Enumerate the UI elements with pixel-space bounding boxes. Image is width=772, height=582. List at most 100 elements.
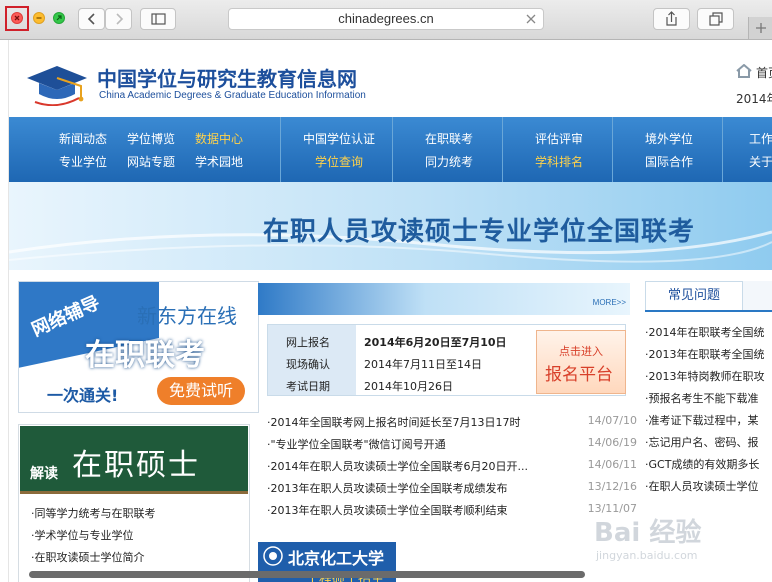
browser-toolbar: chinadegrees.cn xyxy=(0,0,772,40)
ad-xdf-online[interactable]: 网络辅导 新东方在线 在职联考 一次通关! 免费试听 xyxy=(18,281,259,413)
ad-title: 在职联考 xyxy=(85,338,205,373)
nav-about[interactable]: 关于 xyxy=(749,153,772,170)
home-link[interactable]: 首页 xyxy=(756,64,772,81)
horizontal-scrollbar[interactable] xyxy=(29,571,585,578)
nav-separator xyxy=(392,117,393,182)
chevron-right-icon xyxy=(116,13,124,25)
news-title[interactable]: ·2014年全国联考网上报名时间延长至7月13日17时 xyxy=(267,414,567,430)
web-page: 中国学位与研究生教育信息网 China Academic Degrees & G… xyxy=(9,40,772,582)
nav-professional-degree[interactable]: 专业学位 xyxy=(59,153,107,170)
close-window-button[interactable] xyxy=(11,12,23,24)
banner-text: 在职人员攻读硕士专业学位全国联考 xyxy=(263,217,696,247)
share-button[interactable] xyxy=(653,8,690,30)
schedule-label-confirmation: 现场确认 xyxy=(286,358,330,371)
nav-academic-garden[interactable]: 学术园地 xyxy=(195,153,243,170)
window-left-edge xyxy=(0,40,9,582)
faq-tab-bar: 常见问题 xyxy=(645,281,772,312)
address-bar[interactable]: chinadegrees.cn xyxy=(228,8,544,30)
site-logo-icon xyxy=(27,66,87,106)
chevron-left-icon xyxy=(87,13,95,25)
schedule-value-confirmation: 2014年7月11日至14日 xyxy=(364,358,482,371)
plus-icon xyxy=(756,23,766,33)
sidebar-icon xyxy=(151,13,166,25)
zoom-window-button[interactable] xyxy=(53,12,65,24)
schedule-value-registration: 2014年6月20日至7月10日 xyxy=(364,336,507,349)
minimize-icon xyxy=(36,17,42,19)
home-icon[interactable] xyxy=(736,64,752,78)
nav-separator xyxy=(612,117,613,182)
nav-news[interactable]: 新闻动态 xyxy=(59,130,107,147)
chalkboard-label: 解读 xyxy=(30,466,58,482)
faq-item[interactable]: ·GCT成绩的有效期多长 xyxy=(645,456,759,472)
chalkboard-title: 在职硕士 xyxy=(72,448,200,483)
faq-item[interactable]: ·在职人员攻读硕士学位 xyxy=(645,478,759,494)
watermark-url: jingyan.baidu.com xyxy=(596,549,698,562)
schedule-value-exam: 2014年10月26日 xyxy=(364,380,453,393)
faq-item[interactable]: ·2014年在职联考全国统 xyxy=(645,324,765,340)
faq-panel: 常见问题 ·2014年在职联考全国统 ·2013年在职联考全国统 ·2013年特… xyxy=(645,281,772,511)
news-title[interactable]: ·2013年在职人员攻读硕士学位全国联考顺利结束 xyxy=(267,502,567,518)
watermark: Bai 经验 jingyan.baidu.com xyxy=(594,512,701,562)
nav-international[interactable]: 国际合作 xyxy=(645,153,693,170)
nav-degree-expo[interactable]: 学位博览 xyxy=(127,130,175,147)
link-academic-vs-professional[interactable]: ·学术学位与专业学位 xyxy=(31,527,134,543)
news-item[interactable]: ·2014年全国联考网上报名时间延长至7月13日17时 14/07/10 xyxy=(267,410,637,432)
site-title: 中国学位与研究生教育信息网 xyxy=(97,67,357,91)
back-button[interactable] xyxy=(78,8,105,30)
news-title[interactable]: ·"专业学位全国联考"微信订阅号开通 xyxy=(267,436,567,452)
header-year-text: 2014年 xyxy=(736,92,772,106)
more-link[interactable]: MORE>> xyxy=(593,298,626,307)
faq-item[interactable]: ·忘记用户名、密码、报 xyxy=(645,434,759,450)
ad-trial-button[interactable]: 免费试听 xyxy=(157,377,245,405)
nav-data-center[interactable]: 数据中心 xyxy=(195,130,243,147)
fullscreen-icon xyxy=(56,15,62,21)
news-title[interactable]: ·2013年在职人员攻读硕士学位全国联考成绩发布 xyxy=(267,480,567,496)
sidebar-toggle-button[interactable] xyxy=(140,8,176,30)
news-date: 13/12/16 xyxy=(587,480,637,493)
nav-site-topics[interactable]: 网站专题 xyxy=(127,153,175,170)
link-master-intro[interactable]: ·在职攻读硕士学位简介 xyxy=(31,549,145,565)
link-equivalent-exam[interactable]: ·同等学力统考与在职联考 xyxy=(31,505,156,521)
news-item[interactable]: ·2013年在职人员攻读硕士学位全国联考顺利结束 13/11/07 xyxy=(267,498,637,520)
nav-separator xyxy=(280,117,281,182)
faq-item[interactable]: ·预报名考生不能下载准 xyxy=(645,390,759,406)
news-date: 14/07/10 xyxy=(587,414,637,427)
nav-discipline-ranking[interactable]: 学科排名 xyxy=(535,153,583,170)
university-emblem-icon xyxy=(263,546,283,566)
clear-icon[interactable] xyxy=(524,12,538,26)
url-text: chinadegrees.cn xyxy=(338,11,434,26)
news-item[interactable]: ·2014年在职人员攻读硕士学位全国联考6月20日开... 14/06/11 xyxy=(267,454,637,476)
faq-item[interactable]: ·2013年特岗教师在职攻 xyxy=(645,368,765,384)
chalkboard-ad[interactable]: 解读 在职硕士 xyxy=(20,426,248,494)
nav-degree-certification[interactable]: 中国学位认证 xyxy=(303,130,375,147)
main-nav: 新闻动态 学位博览 数据中心 中国学位认证 在职联考 评估评审 境外学位 工作 … xyxy=(9,117,772,182)
interpretation-panel: 解读 在职硕士 ·同等学力统考与在职联考 ·学术学位与专业学位 ·在职攻读硕士学… xyxy=(18,424,250,582)
nav-work[interactable]: 工作 xyxy=(749,130,772,147)
minimize-window-button[interactable] xyxy=(33,12,45,24)
forward-button[interactable] xyxy=(105,8,132,30)
nav-evaluation[interactable]: 评估评审 xyxy=(535,130,583,147)
faq-item[interactable]: ·2013年在职联考全国统 xyxy=(645,346,765,362)
registration-platform-button[interactable]: 点击进入 报名平台 xyxy=(536,330,626,394)
tabs-icon xyxy=(709,12,723,26)
watermark-main: Bai 经验 xyxy=(594,518,702,548)
news-item[interactable]: ·"专业学位全国联考"微信订阅号开通 14/06/19 xyxy=(267,432,637,454)
faq-item[interactable]: ·准考证下载过程中，某 xyxy=(645,412,759,428)
news-title[interactable]: ·2014年在职人员攻读硕士学位全国联考6月20日开... xyxy=(267,458,567,474)
news-item[interactable]: ·2013年在职人员攻读硕士学位全国联考成绩发布 13/12/16 xyxy=(267,476,637,498)
entry-small-text: 点击进入 xyxy=(559,345,603,358)
nav-separator xyxy=(722,117,723,182)
nav-equivalent-exam[interactable]: 同力统考 xyxy=(425,153,473,170)
show-tabs-button[interactable] xyxy=(697,8,734,30)
banner[interactable]: 在职人员攻读硕士专业学位全国联考 xyxy=(9,182,772,270)
buct-title: 北京化工大学 xyxy=(288,549,385,568)
new-tab-button[interactable] xyxy=(748,17,772,39)
news-list: ·2014年全国联考网上报名时间延长至7月13日17时 14/07/10 ·"专业… xyxy=(267,410,637,520)
nav-joint-exam[interactable]: 在职联考 xyxy=(425,130,473,147)
nav-degree-query[interactable]: 学位查询 xyxy=(315,153,363,170)
close-icon xyxy=(14,15,20,21)
ad-slogan: 一次通关! xyxy=(47,386,119,405)
schedule-label-registration: 网上报名 xyxy=(286,336,330,349)
nav-overseas-degree[interactable]: 境外学位 xyxy=(645,130,693,147)
faq-tab[interactable]: 常见问题 xyxy=(645,281,743,310)
